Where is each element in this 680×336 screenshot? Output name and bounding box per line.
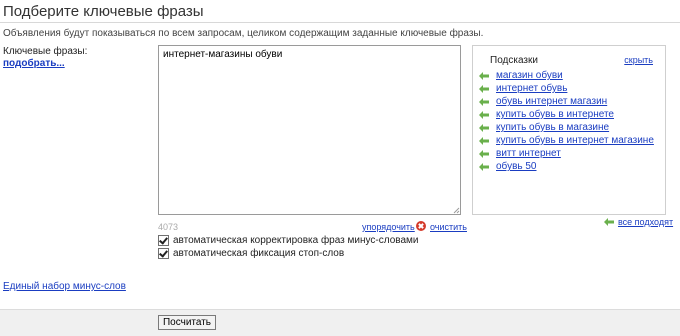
clear-icon[interactable]: [416, 221, 426, 231]
hint-label: купить обувь в интернете: [496, 109, 614, 120]
all-fit-link[interactable]: все подходят: [604, 217, 673, 227]
hint-label: обувь 50: [496, 161, 537, 172]
keywords-textarea[interactable]: интернет-магазины обуви: [158, 45, 461, 215]
hide-hints-link[interactable]: скрыть: [624, 55, 653, 65]
auto-minus-words-option[interactable]: автоматическая корректировка фраз минус-…: [158, 235, 418, 246]
hints-title: Подсказки: [490, 55, 538, 66]
keyword-count: 4073: [158, 222, 179, 232]
arrow-left-icon: [479, 136, 489, 145]
hint-item[interactable]: интернет обувь: [479, 83, 567, 94]
page-subtitle: Объявления будут показываться по всем за…: [3, 28, 484, 39]
arrow-left-icon: [479, 110, 489, 119]
arrow-left-icon: [604, 218, 614, 226]
auto-stopwords-label: автоматическая фиксация стоп-слов: [173, 248, 345, 259]
hint-item[interactable]: обувь интернет магазин: [479, 96, 607, 107]
arrow-left-icon: [479, 162, 489, 171]
hint-label: купить обувь в магазине: [496, 122, 610, 133]
hint-item[interactable]: витт интернет: [479, 148, 561, 159]
keywords-label: Ключевые фразы:: [3, 46, 88, 57]
resize-grip-icon[interactable]: [453, 207, 460, 214]
calculate-button[interactable]: Посчитать: [158, 315, 216, 330]
title-divider: [0, 22, 680, 23]
bottom-bar: [0, 309, 680, 336]
page-title: Подберите ключевые фразы: [3, 3, 204, 20]
arrow-left-icon: [479, 71, 489, 80]
pick-keywords-link[interactable]: подобрать...: [3, 58, 65, 69]
auto-stopwords-checkbox[interactable]: [158, 248, 169, 259]
arrow-left-icon: [479, 97, 489, 106]
auto-minus-words-checkbox[interactable]: [158, 235, 169, 246]
arrow-left-icon: [479, 123, 489, 132]
hint-label: купить обувь в интернет магазине: [496, 135, 654, 146]
all-fit-label: все подходят: [618, 217, 674, 227]
hint-item[interactable]: магазин обуви: [479, 70, 563, 81]
arrow-left-icon: [479, 84, 489, 93]
hints-panel: Подсказки скрыть магазин обуви интернет …: [472, 45, 666, 215]
hint-item[interactable]: купить обувь в интернет магазине: [479, 135, 654, 146]
auto-stopwords-option[interactable]: автоматическая фиксация стоп-слов: [158, 248, 344, 259]
hint-label: магазин обуви: [496, 70, 563, 81]
auto-minus-words-label: автоматическая корректировка фраз минус-…: [173, 235, 419, 246]
hint-item[interactable]: обувь 50: [479, 161, 537, 172]
hint-label: обувь интернет магазин: [496, 96, 608, 107]
sort-link[interactable]: упорядочить: [362, 222, 415, 232]
hint-label: витт интернет: [496, 148, 561, 159]
hint-item[interactable]: купить обувь в интернете: [479, 109, 614, 120]
arrow-left-icon: [479, 149, 489, 158]
minus-words-link[interactable]: Единый набор минус-слов: [3, 281, 126, 292]
hint-item[interactable]: купить обувь в магазине: [479, 122, 609, 133]
hint-label: интернет обувь: [496, 83, 568, 94]
clear-link[interactable]: очистить: [430, 222, 467, 232]
